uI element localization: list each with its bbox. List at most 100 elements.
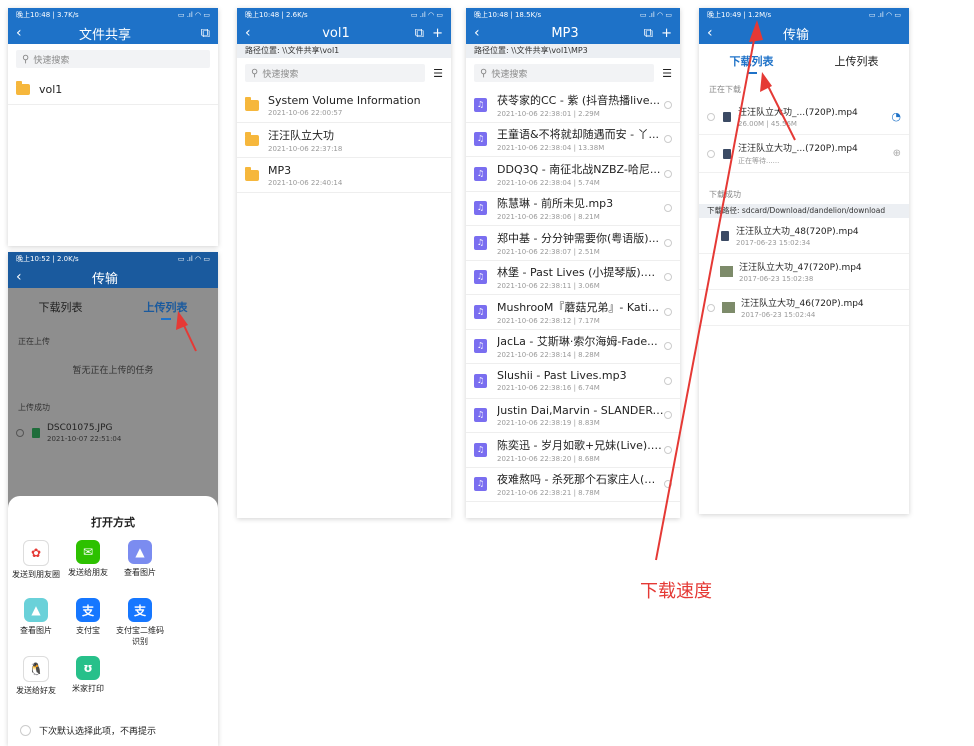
section-done: 下载成功 (709, 190, 741, 199)
list-item[interactable]: ♫ JacLa - 艾斯琳·索尔海姆-Fade... 2021-10-06 22:3… (466, 330, 680, 364)
edit-icon[interactable]: ⧉ (644, 26, 653, 41)
search-input[interactable]: ⚲ 快速搜索 (16, 50, 210, 68)
done-row[interactable]: 汪汪队立大功_47(720P).mp4 2017-06-23 15:02:38 (699, 254, 909, 290)
select-radio[interactable] (664, 445, 672, 454)
add-icon[interactable]: + (432, 26, 443, 41)
item-size: 13.38M (578, 144, 605, 153)
uploaded-row[interactable]: DSC01075.JPG 2021-10-07 22:51:04 (8, 417, 218, 449)
app-icon: ✉ (76, 540, 100, 564)
list-item[interactable]: ♫ DDQ3Q - 南征北战NZBZ-哈尼... 2021-10-06 22:38:… (466, 157, 680, 192)
tab-download[interactable]: 下载列表 (699, 53, 804, 74)
status-icons: ▭ .ıl ◠ ▭ (410, 11, 443, 19)
select-radio[interactable] (664, 480, 672, 489)
item-name: 汪汪队立大功_47(720P).mp4 (739, 263, 862, 273)
app-option[interactable]: ✿ 发送到朋友圈 (10, 540, 62, 598)
select-radio[interactable] (707, 149, 715, 158)
select-radio[interactable] (664, 238, 672, 247)
done-row[interactable]: 汪汪队立大功_46(720P).mp4 2017-06-23 15:02:44 (699, 290, 909, 326)
list-item[interactable]: 汪汪队立大功 2021-10-06 22:37:18 (237, 123, 451, 158)
select-radio[interactable] (16, 429, 24, 437)
back-icon[interactable]: ‹ (16, 269, 32, 285)
add-icon[interactable]: + (661, 26, 672, 41)
edit-icon[interactable]: ⧉ (201, 26, 210, 41)
panel-mp3: 晚上10:48 | 18.5K/s ▭ .ıl ◠ ▭ ‹ MP3 ⧉ + 路径位… (466, 8, 680, 518)
select-radio[interactable] (664, 135, 672, 144)
select-radio[interactable] (707, 303, 715, 312)
item-size: 5.74M (578, 178, 600, 187)
back-icon[interactable]: ‹ (707, 25, 723, 41)
item-name: 汪汪队立大功_46(720P).mp4 (741, 299, 864, 309)
app-label: 支付宝 (76, 626, 100, 635)
item-name: 夜难熬吗 - 杀死那个石家庄人(抖... (497, 473, 664, 487)
sort-icon[interactable]: ☰ (433, 67, 443, 80)
back-icon[interactable]: ‹ (474, 25, 490, 41)
item-date: 2021-10-07 22:51:04 (47, 435, 122, 443)
select-radio[interactable] (664, 411, 672, 420)
list-item[interactable]: ♫ 夜难熬吗 - 杀死那个石家庄人(抖... 2021-10-06 22:38:21… (466, 468, 680, 502)
item-date: 2021-10-06 22:38:14 (497, 351, 572, 360)
tab-download[interactable]: 下载列表 (8, 299, 113, 315)
file-icon (721, 230, 729, 241)
app-option[interactable]: ✉ 发送给朋友 (62, 540, 114, 598)
tab-upload[interactable]: 上传列表 (113, 299, 218, 320)
app-option[interactable]: 🐧 发送给好友 (10, 656, 62, 714)
remember-choice[interactable]: 下次默认选择此项，不再提示 (20, 724, 218, 737)
app-option[interactable]: ʊ 米家打印 (62, 656, 114, 714)
remember-checkbox[interactable] (20, 725, 31, 736)
item-progress: 26.00M | 45.56M (738, 120, 797, 128)
list-item[interactable]: ♫ 陈奕迅 - 岁月如歌+兄妹(Live).m... 2021-10-06 22:3… (466, 433, 680, 468)
list-item[interactable]: MP3 2021-10-06 22:40:14 (237, 158, 451, 193)
edit-icon[interactable]: ⧉ (415, 26, 424, 41)
item-date: 2021-10-06 22:38:16 (497, 384, 572, 393)
item-name: 王童语&不将就却随遇而安 - 丫... (497, 128, 660, 142)
panel-transfer-download: 晚上10:49 | 1.2M/s ▭ .ıl ◠ ▭ ‹ 传输 下载列表 上传列… (699, 8, 909, 514)
list-item[interactable]: System Volume Information 2021-10-06 22:0… (237, 88, 451, 123)
app-option[interactable]: ▲ 查看图片 (10, 598, 62, 656)
item-date: 2017-06-23 15:02:38 (739, 275, 814, 283)
app-label: 发送到朋友圈 (12, 570, 60, 579)
list-item[interactable]: ♫ 林堡 - Past Lives (小提琴版).mp3 2021-10-06 22… (466, 261, 680, 295)
item-size: 6.74M (578, 384, 600, 393)
select-radio[interactable] (664, 204, 672, 213)
select-radio[interactable] (664, 100, 672, 109)
panel-transfer-upload: 晚上10:52 | 2.0K/s ▭ .ıl ◠ ▭ ‹ 传输 下载列表 上传列… (8, 252, 218, 746)
list-item[interactable]: ♫ Justin Dai,Marvin - SLANDER-... 2021-10-… (466, 399, 680, 433)
folder-row[interactable]: vol1 (8, 74, 218, 105)
list-item[interactable]: ♫ 王童语&不将就却随遇而安 - 丫... 2021-10-06 22:38:04 … (466, 123, 680, 157)
app-option[interactable]: ▲ 查看图片 (114, 540, 166, 598)
search-icon: ⚲ (251, 67, 259, 79)
select-radio[interactable] (664, 307, 672, 316)
list-item[interactable]: ♫ 茯苓家的CC - 紫 (抖音热播live... 2021-10-06 22:38… (466, 88, 680, 123)
sort-icon[interactable]: ☰ (662, 67, 672, 80)
download-row[interactable]: 汪汪队立大功_...(720P).mp4 正在等待...... ⊕ (699, 135, 909, 173)
search-input[interactable]: ⚲ 快速搜索 (474, 64, 655, 82)
folder-icon (16, 80, 30, 95)
select-radio[interactable] (664, 169, 672, 178)
app-option[interactable]: 支支付宝 (62, 598, 114, 656)
list-item[interactable]: ♫ 郑中基 - 分分钟需要你(粤语版)... 2021-10-06 22:38:07… (466, 226, 680, 261)
back-icon[interactable]: ‹ (245, 25, 261, 41)
app-icon: 支 (128, 598, 152, 622)
select-radio[interactable] (707, 112, 715, 121)
item-size: 7.17M (578, 316, 600, 325)
back-icon[interactable]: ‹ (16, 25, 32, 41)
select-radio[interactable] (664, 376, 672, 385)
download-row[interactable]: 汪汪队立大功_...(720P).mp4 26.00M | 45.56M ◔ (699, 99, 909, 135)
progress-ring-icon[interactable]: ◔ (891, 110, 901, 123)
list-item[interactable]: ♫ MushrooM『蘑菇兄弟』- Katie... 2021-10-06 22:3… (466, 295, 680, 330)
tab-upload[interactable]: 上传列表 (804, 53, 909, 69)
video-thumbnail (720, 266, 733, 277)
item-name: 汪汪队立大功_...(720P).mp4 (738, 144, 858, 154)
select-radio[interactable] (664, 273, 672, 282)
list-item[interactable]: ♫ 陈慧琳 - 前所未见.mp3 2021-10-06 22:38:06 | 8.2… (466, 192, 680, 226)
search-input[interactable]: ⚲ 快速搜索 (245, 64, 426, 82)
app-icon: ✿ (23, 540, 49, 566)
list-item[interactable]: ♫ Slushii - Past Lives.mp3 2021-10-06 22:3… (466, 364, 680, 399)
music-file-icon: ♫ (474, 304, 487, 319)
download-icon[interactable]: ⊕ (893, 148, 901, 159)
app-option[interactable]: 支支付宝二维码识别 (114, 598, 166, 656)
app-label: 查看图片 (20, 626, 52, 635)
select-radio[interactable] (664, 342, 672, 351)
item-date: 2021-10-06 22:38:04 (497, 144, 572, 153)
done-row[interactable]: 汪汪队立大功_48(720P).mp4 2017-06-23 15:02:34 (699, 218, 909, 254)
